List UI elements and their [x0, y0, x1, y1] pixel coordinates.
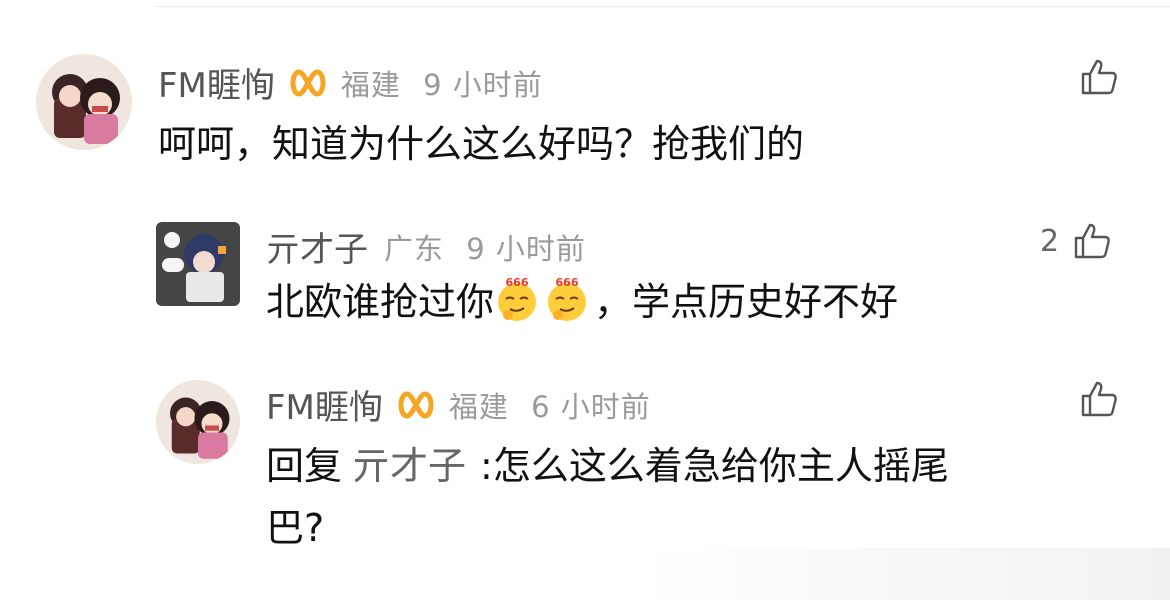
username[interactable]: 亓才子 — [266, 222, 368, 271]
location: 福建 — [448, 389, 509, 424]
666-thinking-emoji: 666 — [548, 277, 587, 321]
comment-text: 呵呵，知道为什么这么好吗？抢我们的 — [158, 122, 805, 166]
infinity-badge-icon — [290, 68, 326, 97]
timestamp: 9 小时前 — [466, 231, 586, 266]
thumbs-up-icon — [1081, 59, 1117, 95]
timestamp: 9 小时前 — [423, 67, 543, 102]
watermark-bar — [0, 548, 1170, 600]
anime-avatar-icon — [36, 54, 132, 150]
comment-text-part: ，学点历史好不好 — [594, 280, 899, 324]
username[interactable]: FM睚恂 — [266, 380, 383, 429]
like-button[interactable] — [1080, 58, 1118, 96]
anime-avatar-icon — [156, 380, 240, 464]
comment-text: 回复 亓才子 :怎么这么着急给你主人摇尾 — [266, 434, 949, 498]
comment-meta: 福建 6 小时前 — [449, 384, 651, 426]
divider — [155, 6, 1170, 7]
comment-meta: 广东 9 小时前 — [384, 226, 586, 268]
like-button[interactable]: 2 — [1040, 222, 1111, 260]
emoji-label: 666 — [556, 277, 579, 289]
avatar[interactable] — [156, 222, 240, 306]
timestamp: 6 小时前 — [531, 389, 651, 424]
comment-thread: FM睚恂 福建 9 小时前 呵呵，知道为什么这么好吗？抢我们的 亓才子 广东 9… — [0, 0, 1170, 600]
thumbs-up-icon — [1074, 223, 1110, 259]
avatar[interactable] — [156, 380, 240, 464]
location: 广东 — [384, 231, 445, 266]
like-button[interactable] — [1080, 380, 1118, 418]
comment-text: 北欧谁抢过你 666 666 ，学点历史好不好 — [266, 270, 898, 334]
location: 福建 — [340, 67, 401, 102]
avatar[interactable] — [36, 54, 132, 150]
comment-text-part: :怎么这么着急给你主人摇尾 — [480, 444, 949, 488]
comment-header: FM睚恂 福建 6 小时前 — [266, 380, 651, 429]
infinity-badge-icon — [398, 390, 434, 419]
reply-target-link[interactable]: 亓才子 — [352, 444, 466, 488]
thumbs-up-icon — [1081, 381, 1117, 417]
reply-prefix: 回复 — [266, 444, 343, 488]
comment-header: 亓才子 广东 9 小时前 — [266, 222, 586, 271]
like-count: 2 — [1040, 223, 1060, 259]
666-thinking-emoji: 666 — [498, 277, 537, 321]
comment-header: FM睚恂 福建 9 小时前 — [158, 58, 543, 107]
anime-avatar-icon — [156, 222, 240, 306]
comment-text-part: 北欧谁抢过你 — [266, 280, 495, 324]
comment-meta: 福建 9 小时前 — [341, 62, 543, 104]
username[interactable]: FM睚恂 — [158, 58, 275, 107]
emoji-label: 666 — [506, 277, 529, 289]
